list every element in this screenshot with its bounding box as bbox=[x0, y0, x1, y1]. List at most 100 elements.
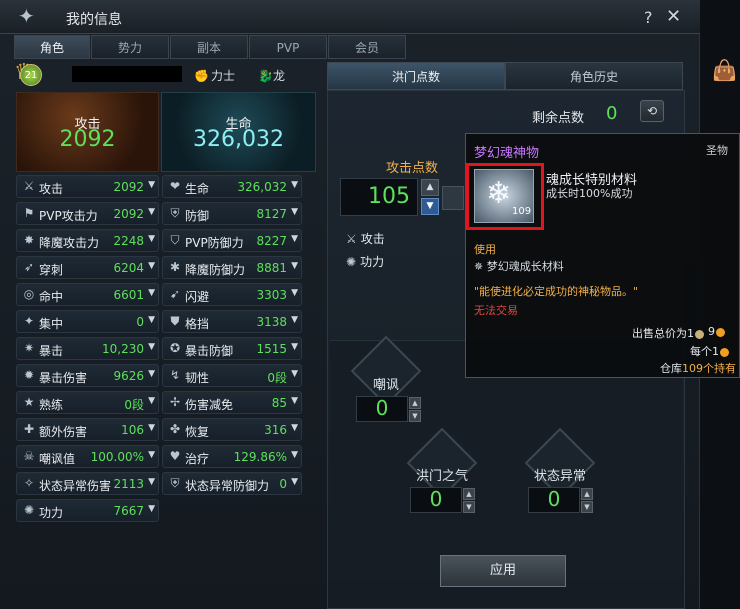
tab-dungeon[interactable]: 副本 bbox=[170, 35, 248, 59]
copper-coin-icon-2 bbox=[720, 347, 729, 357]
chevron-down-icon[interactable]: ▼ bbox=[148, 504, 155, 514]
chevron-down-icon[interactable]: ▼ bbox=[148, 288, 155, 298]
chevron-down-icon[interactable]: ▼ bbox=[148, 369, 155, 379]
gem-status-increase[interactable]: ▲ bbox=[581, 488, 593, 500]
close-button[interactable]: ✕ bbox=[666, 6, 681, 27]
heart-icon: ❤ bbox=[169, 179, 181, 193]
class-label: 力士 bbox=[210, 69, 235, 83]
stat-label: 暴击 bbox=[39, 344, 64, 358]
stat-row[interactable]: ✷ 暴击 10,230 ▼ bbox=[16, 337, 159, 360]
chevron-down-icon[interactable]: ▼ bbox=[291, 423, 298, 433]
chevron-down-icon[interactable]: ▼ bbox=[291, 288, 298, 298]
attack-points-increase[interactable]: ▲ bbox=[421, 179, 439, 196]
stat-row[interactable]: ⚑ PVP攻击力 2092 ▼ bbox=[16, 202, 159, 225]
tab-pvp[interactable]: PVP bbox=[249, 35, 327, 59]
help-button[interactable]: ? bbox=[644, 8, 653, 27]
pvp-defense-icon: ⛉ bbox=[170, 233, 180, 247]
chevron-down-icon[interactable]: ▼ bbox=[148, 477, 155, 487]
chevron-down-icon[interactable]: ▼ bbox=[148, 261, 155, 271]
gem-hongmen-qi-decrease[interactable]: ▼ bbox=[463, 501, 475, 513]
stat-label: PVP攻击力 bbox=[39, 209, 98, 223]
tooltip-item-desc: 成长时100%成功 bbox=[546, 187, 633, 200]
tab-character[interactable]: 角色 bbox=[14, 35, 90, 59]
chevron-down-icon[interactable]: ▼ bbox=[148, 423, 155, 433]
stat-row[interactable]: ☠ 嘲讽值 100.00% ▼ bbox=[16, 445, 159, 468]
stat-value: 2092 bbox=[113, 207, 144, 221]
chevron-down-icon[interactable]: ▼ bbox=[291, 450, 298, 460]
stat-row[interactable]: ✢ 伤害减免 85 ▼ bbox=[162, 391, 302, 414]
chevron-down-icon[interactable]: ▼ bbox=[291, 342, 298, 352]
chevron-down-icon[interactable]: ▼ bbox=[148, 342, 155, 352]
gem-taunt-decrease[interactable]: ▼ bbox=[409, 410, 421, 422]
stat-row[interactable]: ✪ 暴击防御 1515 ▼ bbox=[162, 337, 302, 360]
stat-row[interactable]: ✹ 暴击伤害 9626 ▼ bbox=[16, 364, 159, 387]
chevron-down-icon[interactable]: ▼ bbox=[291, 261, 298, 271]
crit-defense-icon: ✪ bbox=[169, 341, 181, 355]
stat-row[interactable]: ✤ 恢复 316 ▼ bbox=[162, 418, 302, 441]
tooltip-stock-suffix: 个持有 bbox=[703, 362, 736, 375]
tab-membership[interactable]: 会员 bbox=[328, 35, 406, 59]
stat-label: 命中 bbox=[39, 290, 64, 304]
tab-faction[interactable]: 势力 bbox=[91, 35, 169, 59]
chevron-down-icon[interactable]: ▼ bbox=[148, 180, 155, 190]
sub-stat-attack: ⚔ 攻击 bbox=[346, 230, 385, 247]
attack-points-decrease[interactable]: ▼ bbox=[421, 198, 439, 215]
stat-row[interactable]: ★ 熟练 0段 ▼ bbox=[16, 391, 159, 414]
gem-hongmen-qi-increase[interactable]: ▲ bbox=[463, 488, 475, 500]
bag-icon[interactable]: 👜 bbox=[712, 58, 740, 88]
stat-row[interactable]: ✱ 降魔防御力 8881 ▼ bbox=[162, 256, 302, 279]
chevron-down-icon[interactable]: ▼ bbox=[291, 315, 298, 325]
tab-character-history[interactable]: 角色历史 bbox=[505, 62, 683, 90]
gem-status-decrease[interactable]: ▼ bbox=[581, 501, 593, 513]
stat-row[interactable]: ⛊ 格挡 3138 ▼ bbox=[162, 310, 302, 333]
chevron-down-icon[interactable]: ▼ bbox=[291, 234, 298, 244]
stat-value: 3303 bbox=[256, 288, 287, 302]
tooltip-use-item: ✵ 梦幻魂成长材料 bbox=[474, 258, 564, 274]
sub-stat-attack-label: 攻击 bbox=[360, 232, 385, 246]
gem-status-label: 状态异常 bbox=[533, 469, 586, 484]
stat-row[interactable]: ✧ 状态异常伤害 2113 ▼ bbox=[16, 472, 159, 495]
stat-label: 防御 bbox=[185, 209, 210, 223]
apply-button[interactable]: 应用 bbox=[440, 555, 566, 587]
attack-points-side-button[interactable] bbox=[442, 186, 464, 210]
stat-row[interactable]: ⚔ 攻击 2092 ▼ bbox=[16, 175, 159, 198]
chevron-down-icon[interactable]: ▼ bbox=[148, 450, 155, 460]
tooltip-stock-num: 109 bbox=[682, 362, 703, 375]
stat-row[interactable]: ✚ 额外伤害 106 ▼ bbox=[16, 418, 159, 441]
remaining-points-value: 0 bbox=[606, 103, 618, 124]
stat-row[interactable]: ⛉ PVP防御力 8227 ▼ bbox=[162, 229, 302, 252]
stat-row[interactable]: ♥ 治疗 129.86% ▼ bbox=[162, 445, 302, 468]
stat-row[interactable]: ➹ 闪避 3303 ▼ bbox=[162, 283, 302, 306]
gem-taunt-increase[interactable]: ▲ bbox=[409, 397, 421, 409]
chevron-down-icon[interactable]: ▼ bbox=[148, 207, 155, 217]
title-bar[interactable]: ✦ 我的信息 ? ✕ bbox=[0, 0, 700, 34]
chevron-down-icon[interactable]: ▼ bbox=[291, 396, 298, 406]
tooltip-use-label: 使用 bbox=[474, 243, 496, 256]
taunt-icon: ☠ bbox=[23, 449, 35, 463]
evade-icon: ➹ bbox=[169, 287, 181, 301]
stat-row[interactable]: ↯ 韧性 0段 ▼ bbox=[162, 364, 302, 387]
stat-row[interactable]: ✺ 功力 7667 ▼ bbox=[16, 499, 159, 522]
stat-row[interactable]: ✦ 集中 0 ▼ bbox=[16, 310, 159, 333]
stat-value: 7667 bbox=[113, 504, 144, 518]
stat-value: 326,032 bbox=[237, 180, 287, 194]
stat-row[interactable]: ❤ 生命 326,032 ▼ bbox=[162, 175, 302, 198]
chevron-down-icon[interactable]: ▼ bbox=[291, 477, 298, 487]
crit-damage-icon: ✹ bbox=[23, 368, 35, 382]
dragon-icon: 🐉 bbox=[258, 69, 273, 83]
stat-value: 129.86% bbox=[233, 450, 287, 464]
stat-row[interactable]: ◎ 命中 6601 ▼ bbox=[16, 283, 159, 306]
chevron-down-icon[interactable]: ▼ bbox=[148, 315, 155, 325]
stat-row[interactable]: ✸ 降魔攻击力 2248 ▼ bbox=[16, 229, 159, 252]
chevron-down-icon[interactable]: ▼ bbox=[291, 180, 298, 190]
chevron-down-icon[interactable]: ▼ bbox=[148, 396, 155, 406]
stat-value: 0段 bbox=[267, 371, 287, 385]
tab-hongmen-points[interactable]: 洪门点数 bbox=[327, 62, 505, 90]
stat-row[interactable]: ⛨ 防御 8127 ▼ bbox=[162, 202, 302, 225]
stat-row[interactable]: ⛨ 状态异常防御力 0 ▼ bbox=[162, 472, 302, 495]
chevron-down-icon[interactable]: ▼ bbox=[291, 207, 298, 217]
chevron-down-icon[interactable]: ▼ bbox=[148, 234, 155, 244]
chevron-down-icon[interactable]: ▼ bbox=[291, 369, 298, 379]
reset-points-button[interactable]: ⟲ bbox=[640, 100, 664, 122]
stat-row[interactable]: ➶ 穿刺 6204 ▼ bbox=[16, 256, 159, 279]
